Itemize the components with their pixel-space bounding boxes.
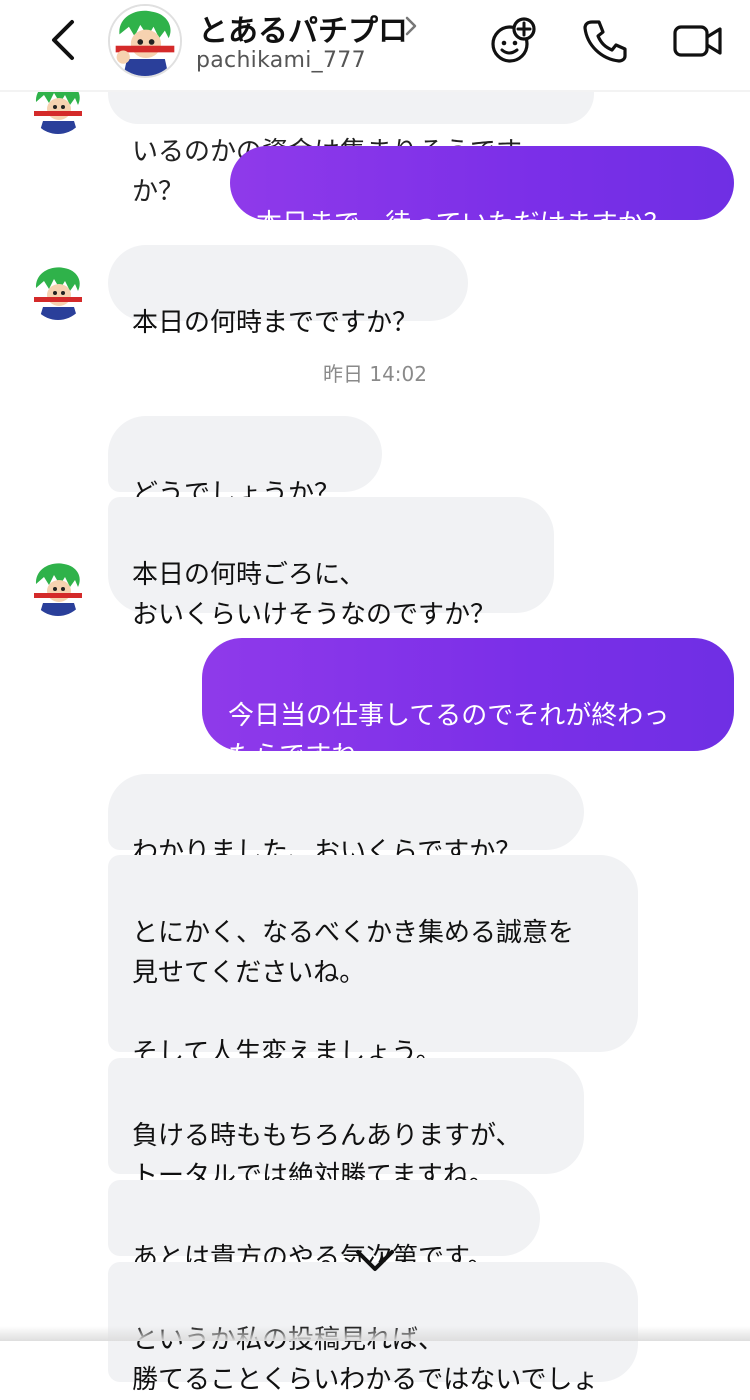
voice-call-button[interactable] — [580, 16, 630, 66]
phone-icon — [583, 20, 627, 63]
contact-name[interactable]: とあるパチプロ — [198, 6, 408, 50]
bottom-edge — [0, 1326, 750, 1341]
message-text: 今日当の仕事してるのでそれが終わっ たらですね — [228, 701, 670, 771]
games-icon — [491, 17, 536, 63]
chat-header: とあるパチプロ pachikami_777 — [0, 0, 750, 90]
message-incoming[interactable]: あとは貴方のやる気次第です。 — [108, 1180, 540, 1273]
message-text: とにかく、なるべくかき集める誠意を 見せてくださいね。 そして人生変えましょう。 — [132, 918, 575, 1068]
message-incoming[interactable]: 本日の何時までですか？ — [108, 245, 468, 338]
contact-username[interactable]: pachikami_777 — [196, 48, 366, 73]
header-divider — [0, 90, 750, 92]
message-incoming[interactable]: とにかく、なるべくかき集める誠意を 見せてくださいね。 そして人生変えましょう。 — [108, 855, 638, 1068]
back-button[interactable] — [44, 18, 84, 62]
message-text: 本日の何時ごろに、 おいくらいけそうなのですか？ — [132, 560, 497, 630]
message-outgoing[interactable]: 今日当の仕事してるのでそれが終わっ たらですね — [202, 638, 734, 771]
message-text: 本日まで，待っていただけますか？ — [256, 209, 670, 239]
message-incoming[interactable]: 負ける時ももちろんありますが、 トータルでは絶対勝てますね。 — [108, 1058, 584, 1191]
message-incoming[interactable]: 本日の何時ごろに、 おいくらいけそうなのですか？ — [108, 497, 554, 630]
message-timestamp: 昨日 14:02 — [323, 362, 427, 386]
message-incoming[interactable]: どうでしょうか？ — [108, 416, 382, 509]
chevron-right-icon[interactable] — [402, 14, 420, 38]
message-outgoing[interactable]: 本日まで，待っていただけますか？ — [230, 146, 734, 239]
video-call-button[interactable] — [672, 16, 724, 66]
games-button[interactable] — [488, 16, 538, 66]
avatar-image — [34, 563, 82, 616]
contact-avatar[interactable] — [108, 4, 182, 78]
message-text: 本日の何時までですか？ — [132, 308, 419, 338]
scroll-to-bottom-button[interactable] — [352, 1244, 398, 1278]
contact-avatar-small[interactable] — [30, 560, 86, 616]
video-camera-icon — [673, 25, 722, 57]
message-incoming[interactable]: わかりました、おいくらですか？ — [108, 774, 584, 867]
avatar-image — [110, 6, 180, 76]
message-incoming[interactable]: というか私の投稿見れば、 勝てることくらいわかるではないでしょ — [108, 1262, 638, 1395]
contact-avatar-small[interactable] — [30, 264, 86, 320]
avatar-image — [34, 267, 82, 320]
chevron-left-icon — [52, 20, 74, 60]
chevron-down-icon — [356, 1250, 394, 1271]
